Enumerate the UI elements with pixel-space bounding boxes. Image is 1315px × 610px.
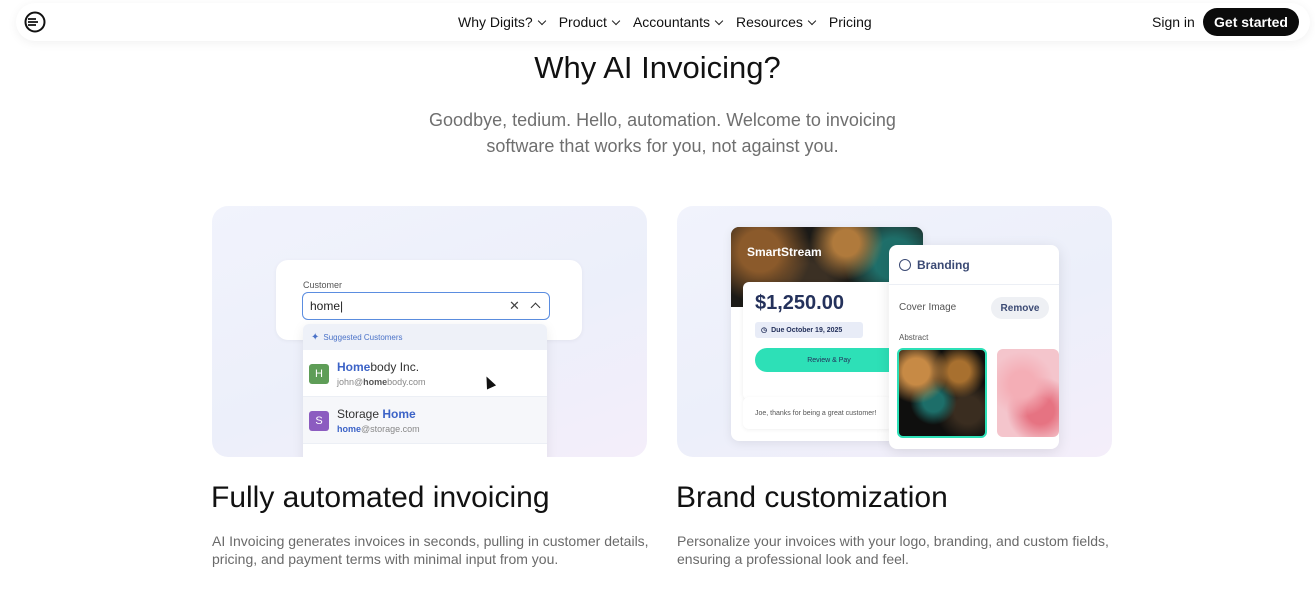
nav-product[interactable]: Product <box>558 14 621 30</box>
abstract-label: Abstract <box>899 333 929 342</box>
suggested-header: ✦ Suggested Customers <box>303 324 547 350</box>
remove-button[interactable]: Remove <box>991 297 1049 319</box>
email-highlight: home <box>363 377 388 387</box>
chevron-up-icon[interactable] <box>530 302 541 313</box>
feature-title: Fully automated invoicing <box>211 481 550 514</box>
nav-accountants[interactable]: Accountants <box>632 14 724 30</box>
nav-pricing-label: Pricing <box>828 14 872 30</box>
suggested-header-label: Suggested Customers <box>323 332 403 342</box>
chevron-down-icon <box>714 16 724 25</box>
customer-name: Homebody Inc. <box>337 360 419 374</box>
email-post: @storage.com <box>361 424 420 434</box>
nav-pricing[interactable]: Pricing <box>829 14 872 30</box>
review-pay-button[interactable]: Review & Pay <box>755 348 903 372</box>
top-nav: Why Digits? Product Accountants Resource… <box>16 3 1310 41</box>
list-item[interactable]: S Storage Home home@storage.com <box>303 397 547 444</box>
customer-name: Storage Home <box>337 407 416 421</box>
nav-links: Why Digits? Product Accountants Resource… <box>458 3 872 41</box>
branding-title: Branding <box>917 257 970 272</box>
due-date-text: Due October 19, 2025 <box>771 326 843 334</box>
feature-description: Personalize your invoices with your logo… <box>677 533 1109 567</box>
cover-image-label: Cover Image <box>899 302 957 313</box>
digits-logo-icon[interactable] <box>24 11 46 33</box>
cover-option-selected[interactable] <box>897 348 987 438</box>
customer-email: home@storage.com <box>337 424 420 434</box>
nav-resources-label: Resources <box>736 14 803 30</box>
avatar: S <box>309 411 329 431</box>
nav-resources[interactable]: Resources <box>736 14 817 30</box>
email-post: body.com <box>387 377 426 387</box>
section-subtitle: Goodbye, tedium. Hello, automation. Welc… <box>429 110 896 156</box>
customer-search-input[interactable]: home| ✕ <box>302 292 550 320</box>
brand-customization-card: SmartStream $1,250.00 ◷ Due October 19, 2… <box>677 206 1112 457</box>
avatar: H <box>309 364 329 384</box>
list-item[interactable]: H Homebody Inc. john@homebody.com <box>303 350 547 397</box>
nav-accountants-label: Accountants <box>632 14 710 30</box>
email-highlight: home <box>337 424 362 434</box>
chevron-down-icon <box>611 16 621 25</box>
cover-option-pink[interactable] <box>997 349 1059 437</box>
chevron-down-icon <box>807 16 817 25</box>
invoice-brand-name: SmartStream <box>747 245 822 259</box>
invoice-amount: $1,250.00 <box>755 292 844 314</box>
clear-icon[interactable]: ✕ <box>509 298 520 314</box>
section-title: Why AI Invoicing? <box>534 50 781 85</box>
automated-invoicing-card: Customer home| ✕ ✦ Suggested Customers H… <box>212 206 647 457</box>
nav-why-digits[interactable]: Why Digits? <box>458 14 546 30</box>
customer-suggestions-dropdown: ✦ Suggested Customers H Homebody Inc. jo… <box>303 324 547 457</box>
branding-header: Branding <box>889 245 1059 285</box>
chevron-down-icon <box>537 16 546 25</box>
sparkle-icon: ✦ <box>311 331 320 343</box>
invoice-summary: $1,250.00 ◷ Due October 19, 2025 Review &… <box>743 282 903 400</box>
customer-email: john@homebody.com <box>337 377 426 387</box>
invoice-note: Joe, thanks for being a great customer! <box>743 397 893 429</box>
get-started-button[interactable]: Get started <box>1203 8 1299 36</box>
customer-input-value: home| <box>310 299 344 313</box>
customer-label: Customer <box>303 280 343 290</box>
name-rest: body Inc. <box>370 360 420 374</box>
feature-description: AI Invoicing generates invoices in secon… <box>212 533 649 567</box>
sign-in-link[interactable]: Sign in <box>1152 14 1195 30</box>
due-date-badge: ◷ Due October 19, 2025 <box>755 322 863 338</box>
nav-why-digits-label: Why Digits? <box>458 14 533 30</box>
name-highlight: Home <box>382 407 416 421</box>
email-pre: john@ <box>337 377 364 387</box>
name-pre: Storage <box>337 407 383 421</box>
feature-title: Brand customization <box>676 481 948 514</box>
branding-panel: Branding Cover Image Remove Abstract <box>889 245 1059 449</box>
name-highlight: Home <box>337 360 371 374</box>
palette-icon <box>899 258 911 271</box>
nav-product-label: Product <box>558 14 607 30</box>
clock-icon: ◷ <box>761 327 768 334</box>
